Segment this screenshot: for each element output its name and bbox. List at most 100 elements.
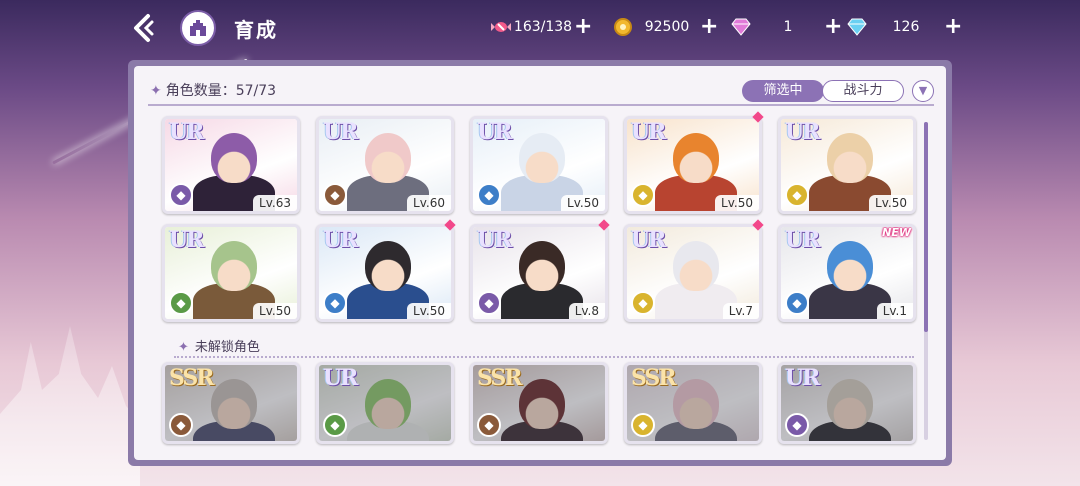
- element-icon: ◆: [477, 291, 501, 315]
- portrait-outfit: [193, 421, 275, 441]
- element-icon: ◆: [631, 183, 655, 207]
- sort-power-button[interactable]: 战斗力: [822, 80, 904, 102]
- rarity-badge: UR: [323, 365, 358, 391]
- locked-character-card[interactable]: SSR ◆: [470, 362, 608, 444]
- portrait-hair: [519, 133, 565, 183]
- element-icon: ◆: [477, 183, 501, 207]
- character-level: Lv.1: [876, 303, 913, 319]
- blue-diamond-icon: [846, 16, 868, 38]
- top-bar: 育成 163/138 + 92500 + 1 + 126 +: [0, 0, 1080, 56]
- page-title: 育成: [234, 18, 278, 42]
- portrait-hair: [673, 241, 719, 291]
- locked-section-text: 未解锁角色: [194, 340, 260, 355]
- portrait-hair: [827, 379, 873, 429]
- pink-gem-value: 1: [783, 19, 793, 35]
- element-icon: ◆: [169, 183, 193, 207]
- portrait-hair: [211, 133, 257, 183]
- portrait-hair: [827, 241, 873, 291]
- locked-character-card[interactable]: SSR ◆: [162, 362, 300, 444]
- portrait-hair: [365, 379, 411, 429]
- rarity-badge: UR: [169, 227, 204, 253]
- resource-blue-gem: 126 +: [846, 14, 962, 40]
- character-level: Lv.8: [568, 303, 605, 319]
- panel-header: ✦ 角色数量：57/73 筛选中 战斗力 ▼: [148, 76, 934, 104]
- pink-diamond-icon: [730, 16, 752, 38]
- character-card[interactable]: UR ◆ Lv.7: [624, 224, 762, 322]
- character-panel-inner: ✦ 角色数量：57/73 筛选中 战斗力 ▼ UR ◆ Lv.63 UR ◆ Lv.60 UR…: [134, 66, 946, 460]
- element-icon: ◆: [477, 413, 501, 437]
- portrait-outfit: [809, 421, 891, 441]
- character-panel: ✦ 角色数量：57/73 筛选中 战斗力 ▼ UR ◆ Lv.63 UR ◆ Lv.60 UR…: [128, 60, 952, 466]
- gold-value: 92500: [644, 19, 690, 35]
- rarity-badge: SSR: [477, 365, 523, 391]
- character-level: Lv.50: [407, 303, 451, 319]
- locked-character-card[interactable]: SSR ◆: [624, 362, 762, 444]
- home-button[interactable]: [180, 10, 216, 46]
- rarity-badge: UR: [631, 227, 666, 253]
- new-badge: NEW: [882, 226, 911, 239]
- character-count-label: ✦ 角色数量：57/73: [150, 83, 277, 99]
- portrait-hair: [519, 241, 565, 291]
- character-count-text: 角色数量：57/73: [165, 83, 277, 99]
- portrait-hair: [211, 241, 257, 291]
- element-icon: ◆: [631, 291, 655, 315]
- header-divider: [148, 104, 934, 106]
- character-level: Lv.7: [722, 303, 759, 319]
- portrait-hair: [673, 379, 719, 429]
- portrait-hair: [365, 241, 411, 291]
- blue-gem-value: 126: [892, 19, 920, 35]
- add-gold-button[interactable]: +: [700, 16, 718, 38]
- element-icon: ◆: [323, 183, 347, 207]
- character-card[interactable]: UR ◆ Lv.60: [316, 116, 454, 214]
- back-button[interactable]: [124, 10, 164, 46]
- rarity-badge: UR: [631, 119, 666, 145]
- rarity-badge: UR: [323, 227, 358, 253]
- character-card[interactable]: UR ◆ Lv.8: [470, 224, 608, 322]
- rarity-badge: UR: [477, 227, 512, 253]
- element-icon: ◆: [785, 413, 809, 437]
- rarity-badge: UR: [323, 119, 358, 145]
- gold-coin-icon: [612, 16, 634, 38]
- element-icon: ◆: [323, 413, 347, 437]
- character-card[interactable]: UR ◆ Lv.50: [624, 116, 762, 214]
- portrait-outfit: [501, 421, 583, 441]
- candy-icon: [490, 16, 512, 38]
- rarity-badge: UR: [785, 365, 820, 391]
- castle-home-icon: [190, 20, 206, 36]
- character-card[interactable]: UR ◆ Lv.50: [316, 224, 454, 322]
- element-icon: ◆: [785, 183, 809, 207]
- castle-silhouette: [0, 326, 140, 486]
- chevron-down-icon: ▼: [918, 84, 928, 97]
- element-icon: ◆: [631, 413, 655, 437]
- character-level: Lv.60: [407, 195, 451, 211]
- character-card[interactable]: UR ◆ Lv.50: [470, 116, 608, 214]
- add-candy-button[interactable]: +: [574, 16, 592, 38]
- portrait-hair: [365, 133, 411, 183]
- rarity-badge: SSR: [169, 365, 215, 391]
- add-pink-gem-button[interactable]: +: [824, 16, 842, 38]
- scrollbar[interactable]: [924, 122, 928, 440]
- filter-button[interactable]: 筛选中: [742, 80, 824, 102]
- element-icon: ◆: [169, 413, 193, 437]
- rarity-badge: UR: [785, 119, 820, 145]
- character-level: Lv.50: [253, 303, 297, 319]
- element-icon: ◆: [169, 291, 193, 315]
- locked-character-card[interactable]: UR ◆: [778, 362, 916, 444]
- rarity-badge: UR: [169, 119, 204, 145]
- resource-candy: 163/138 +: [490, 14, 592, 40]
- locked-character-card[interactable]: UR ◆: [316, 362, 454, 444]
- portrait-hair: [827, 133, 873, 183]
- character-card[interactable]: UR ◆ Lv.1 NEW: [778, 224, 916, 322]
- scrollbar-thumb[interactable]: [924, 122, 928, 332]
- sort-order-button[interactable]: ▼: [912, 80, 934, 102]
- portrait-hair: [673, 133, 719, 183]
- rarity-badge: UR: [477, 119, 512, 145]
- character-card[interactable]: UR ◆ Lv.50: [778, 116, 916, 214]
- character-card[interactable]: UR ◆ Lv.63: [162, 116, 300, 214]
- character-level: Lv.50: [561, 195, 605, 211]
- add-blue-gem-button[interactable]: +: [944, 16, 962, 38]
- locked-section-label: ✦ 未解锁角色: [178, 340, 260, 355]
- portrait-hair: [519, 379, 565, 429]
- character-level: Lv.50: [715, 195, 759, 211]
- character-card[interactable]: UR ◆ Lv.50: [162, 224, 300, 322]
